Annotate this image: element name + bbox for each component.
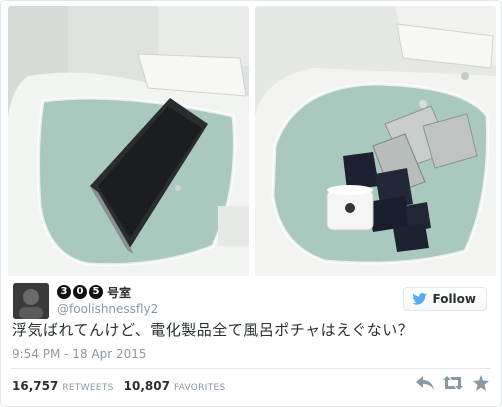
tweet-text: 浮気ばれてんけど、電化製品全て風呂ポチャはえぐない？ bbox=[12, 321, 414, 339]
photo-laptop-in-bath[interactable] bbox=[8, 6, 249, 276]
favorites-label: FAVORITES bbox=[173, 383, 226, 393]
name-digit-3: 5 bbox=[89, 285, 103, 299]
avatar[interactable] bbox=[13, 283, 49, 319]
display-name[interactable]: 3 0 5 号室 bbox=[57, 283, 131, 301]
reply-icon[interactable] bbox=[415, 374, 435, 392]
divider bbox=[11, 368, 491, 369]
tweet-actions bbox=[407, 374, 491, 392]
tweet-timestamp[interactable]: 9:54 PM - 18 Apr 2015 bbox=[12, 347, 147, 361]
user-handle[interactable]: @foolishnessfly2 bbox=[57, 302, 158, 316]
tweet-media[interactable] bbox=[8, 6, 496, 276]
retweet-icon[interactable] bbox=[443, 374, 463, 392]
name-digit-2: 0 bbox=[73, 285, 87, 299]
name-digit-1: 3 bbox=[57, 285, 71, 299]
twitter-bird-icon bbox=[412, 293, 428, 305]
favorites-count[interactable]: 10,807 bbox=[124, 379, 170, 393]
tweet-header: 3 0 5 号室 @foolishnessfly2 Follow bbox=[11, 281, 491, 321]
tweet-card: 3 0 5 号室 @foolishnessfly2 Follow 浮気ばれてんけ… bbox=[0, 0, 502, 407]
name-suffix: 号室 bbox=[107, 285, 132, 300]
retweets-count[interactable]: 16,757 bbox=[12, 379, 58, 393]
retweets-label: RETWEETS bbox=[62, 383, 114, 393]
photo-devices-in-bath[interactable] bbox=[255, 6, 496, 276]
star-icon[interactable] bbox=[471, 374, 491, 392]
follow-label: Follow bbox=[432, 292, 476, 306]
tweet-stats: 16,757 RETWEETS 10,807 FAVORITES bbox=[12, 379, 235, 393]
follow-button[interactable]: Follow bbox=[403, 287, 487, 311]
